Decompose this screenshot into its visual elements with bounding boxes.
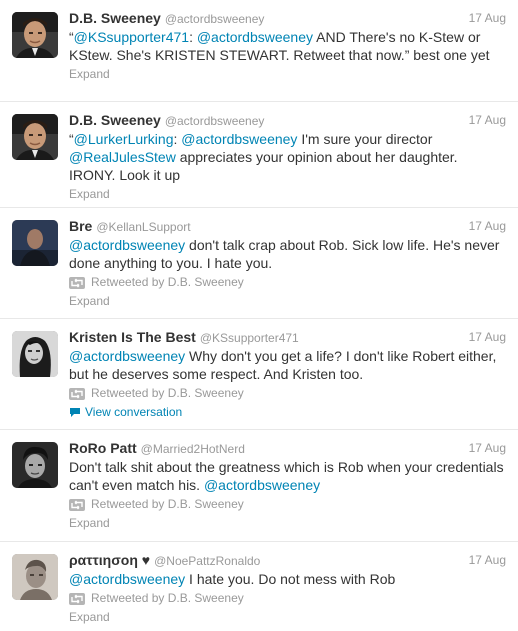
avatar[interactable]	[12, 331, 58, 377]
timestamp[interactable]: 17 Aug	[469, 551, 506, 569]
tweet-header: Bre @KellanLSupport 17 Aug	[69, 217, 506, 235]
mention-link[interactable]: @actordbsweeney	[197, 29, 313, 45]
fullname[interactable]: D.B. Sweeney	[69, 10, 161, 26]
tweet-text: @actordbsweeney I hate you. Do not mess …	[69, 570, 506, 588]
avatar[interactable]	[12, 442, 58, 488]
speech-bubble-icon	[69, 407, 81, 418]
expand-link[interactable]: Expand	[69, 186, 506, 202]
man-sepia-photo-icon	[12, 554, 58, 600]
man-dark-photo-icon	[12, 220, 58, 266]
mention-link[interactable]: @actordbsweeney	[69, 348, 185, 364]
fullname[interactable]: D.B. Sweeney	[69, 112, 161, 128]
timestamp[interactable]: 17 Aug	[469, 328, 506, 346]
username[interactable]: @KellanLSupport	[96, 220, 190, 234]
tweet-text: “@LurkerLurking: @actordbsweeney I'm sur…	[69, 130, 506, 184]
expand-link[interactable]: Expand	[69, 66, 506, 82]
avatar[interactable]	[12, 554, 58, 600]
tweet-text: @actordbsweeney don't talk crap about Ro…	[69, 236, 506, 272]
retweet-icon	[69, 498, 85, 511]
man-headshot-icon	[12, 114, 58, 160]
mention-link[interactable]: @actordbsweeney	[204, 477, 320, 493]
retweeted-by-label[interactable]: Retweeted by D.B. Sweeney	[91, 590, 244, 607]
tweet-text: @actordbsweeney Why don't you get a life…	[69, 347, 506, 383]
expand-link[interactable]: Expand	[69, 515, 506, 531]
username[interactable]: @actordbsweeney	[165, 114, 265, 128]
tweet-text-segment: I'm sure your director	[297, 131, 433, 147]
mention-link[interactable]: @actordbsweeney	[69, 571, 185, 587]
username[interactable]: @actordbsweeney	[165, 12, 265, 26]
tweet-text-segment: :	[189, 29, 197, 45]
timestamp[interactable]: 17 Aug	[469, 111, 506, 129]
retweeted-by: Retweeted by D.B. Sweeney	[69, 496, 506, 513]
tweet-header: ραττιησοη ♥ @NoePattzRonaldo 17 Aug	[69, 551, 506, 569]
tweet-header: RoRo Patt @Married2HotNerd 17 Aug	[69, 439, 506, 457]
view-conversation-label[interactable]: View conversation	[85, 404, 182, 420]
avatar[interactable]	[12, 114, 58, 160]
avatar[interactable]	[12, 220, 58, 266]
tweet-header: D.B. Sweeney @actordbsweeney 17 Aug	[69, 9, 506, 27]
retweet-icon	[69, 387, 85, 400]
fullname[interactable]: Bre	[69, 218, 92, 234]
retweeted-by-label[interactable]: Retweeted by D.B. Sweeney	[91, 496, 244, 513]
username[interactable]: @Married2HotNerd	[141, 442, 245, 456]
fullname[interactable]: RoRo Patt	[69, 440, 137, 456]
timeline: D.B. Sweeney @actordbsweeney 17 Aug “@KSs…	[0, 0, 518, 631]
woman-bw-photo-icon	[12, 331, 58, 377]
man-bw-photo-icon	[12, 442, 58, 488]
tweet[interactable]: Kristen Is The Best @KSsupporter471 17 Au…	[0, 319, 518, 430]
man-headshot-icon	[12, 12, 58, 58]
mention-link[interactable]: @actordbsweeney	[181, 131, 297, 147]
tweet[interactable]: D.B. Sweeney @actordbsweeney 17 Aug “@Lur…	[0, 102, 518, 208]
fullname[interactable]: Kristen Is The Best	[69, 329, 196, 345]
fullname[interactable]: ραττιησοη ♥	[69, 552, 150, 568]
tweet[interactable]: Bre @KellanLSupport 17 Aug @actordbsweene…	[0, 208, 518, 319]
tweet-text-segment: I hate you. Do not mess with Rob	[185, 571, 396, 587]
tweet[interactable]: ραττιησοη ♥ @NoePattzRonaldo 17 Aug @acto…	[0, 542, 518, 631]
avatar[interactable]	[12, 12, 58, 58]
tweet-text: “@KSsupporter471: @actordbsweeney AND Th…	[69, 28, 506, 64]
retweet-icon	[69, 276, 85, 289]
retweeted-by-label[interactable]: Retweeted by D.B. Sweeney	[91, 274, 244, 291]
expand-link[interactable]: Expand	[69, 609, 506, 625]
retweeted-by: Retweeted by D.B. Sweeney	[69, 274, 506, 291]
tweet-header: Kristen Is The Best @KSsupporter471 17 Au…	[69, 328, 506, 346]
mention-link[interactable]: @LurkerLurking	[74, 131, 174, 147]
expand-link[interactable]: Expand	[69, 293, 506, 309]
tweet[interactable]: RoRo Patt @Married2HotNerd 17 Aug Don't t…	[0, 430, 518, 542]
tweet[interactable]: D.B. Sweeney @actordbsweeney 17 Aug “@KSs…	[0, 0, 518, 102]
retweeted-by-label[interactable]: Retweeted by D.B. Sweeney	[91, 385, 244, 402]
mention-link[interactable]: @actordbsweeney	[69, 237, 185, 253]
view-conversation-link[interactable]: View conversation	[69, 404, 506, 420]
timestamp[interactable]: 17 Aug	[469, 217, 506, 235]
timestamp[interactable]: 17 Aug	[469, 9, 506, 27]
mention-link[interactable]: @RealJulesStew	[69, 149, 176, 165]
tweet-header: D.B. Sweeney @actordbsweeney 17 Aug	[69, 111, 506, 129]
retweeted-by: Retweeted by D.B. Sweeney	[69, 590, 506, 607]
tweet-text: Don't talk shit about the greatness whic…	[69, 458, 506, 494]
username[interactable]: @NoePattzRonaldo	[154, 554, 260, 568]
mention-link[interactable]: @KSsupporter471	[74, 29, 189, 45]
retweeted-by: Retweeted by D.B. Sweeney	[69, 385, 506, 402]
username[interactable]: @KSsupporter471	[200, 331, 299, 345]
retweet-icon	[69, 592, 85, 605]
timestamp[interactable]: 17 Aug	[469, 439, 506, 457]
